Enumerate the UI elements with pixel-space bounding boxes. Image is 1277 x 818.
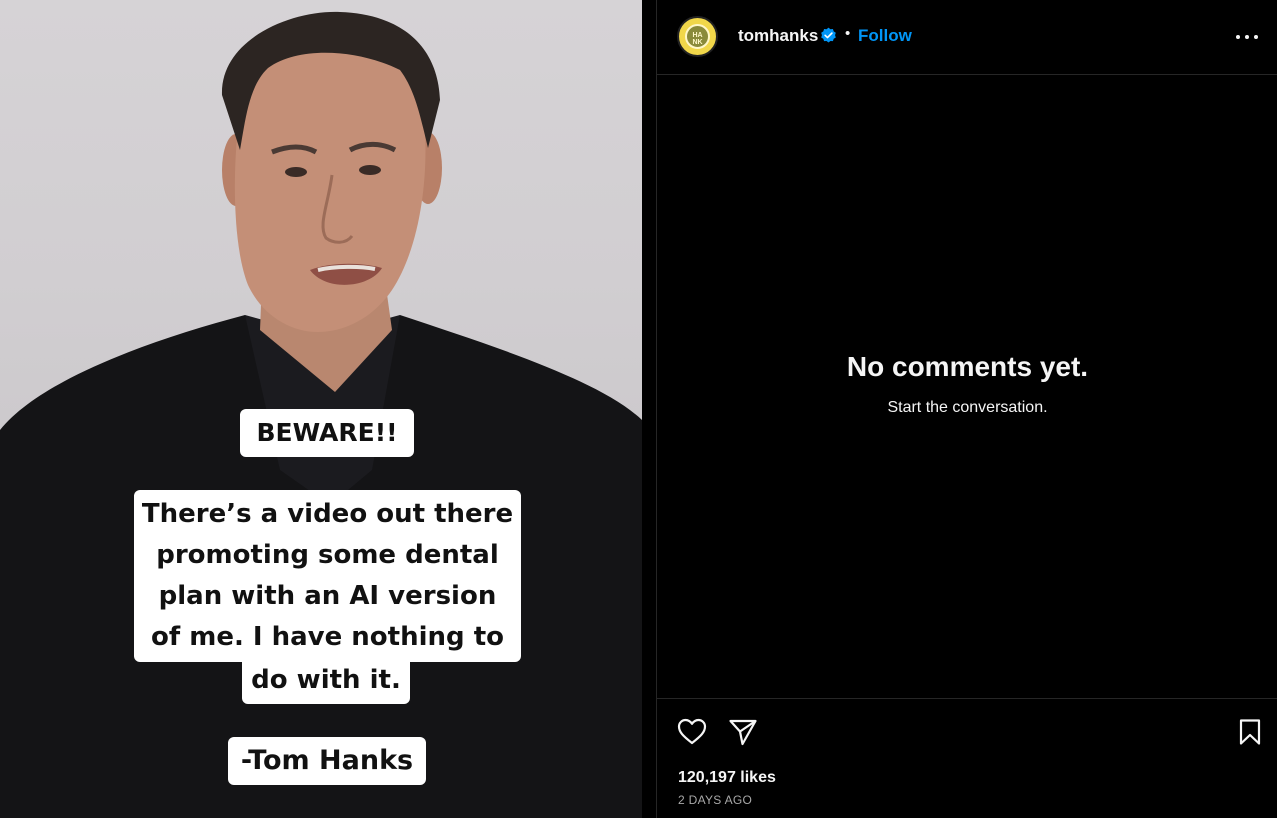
post-timestamp[interactable]: 2 DAYS AGO (678, 793, 752, 807)
follow-button[interactable]: Follow (858, 26, 912, 46)
caption-beware: BEWARE!! (240, 409, 414, 457)
avatar[interactable]: HA NK (677, 16, 718, 57)
post-sidebar: HA NK tomhanks • Follow No comments yet.… (656, 0, 1277, 818)
likes-count[interactable]: 120,197 likes (678, 769, 776, 787)
no-comments-title: No comments yet. (846, 351, 1089, 382)
caption-tail-text: do with it. (242, 660, 410, 704)
share-icon[interactable] (728, 718, 758, 746)
post-media[interactable]: BEWARE!! There’s a video out there promo… (0, 0, 642, 818)
heart-icon[interactable] (677, 718, 707, 746)
avatar-logo-text: HA NK (692, 32, 703, 46)
post-actions: 120,197 likes 2 DAYS AGO (657, 698, 1277, 818)
post-header: HA NK tomhanks • Follow (657, 0, 1277, 75)
caption-main-text: There’s a video out there promoting some… (134, 490, 521, 662)
username[interactable]: tomhanks (738, 26, 818, 46)
separator-dot: • (845, 25, 851, 42)
verified-badge-icon (821, 27, 836, 43)
more-options-icon[interactable] (1233, 24, 1261, 48)
caption-signature: -Tom Hanks (228, 737, 426, 785)
bookmark-icon[interactable] (1237, 718, 1263, 746)
avatar-logo: HA NK (685, 24, 710, 49)
no-comments-subtitle: Start the conversation. (887, 399, 1048, 416)
